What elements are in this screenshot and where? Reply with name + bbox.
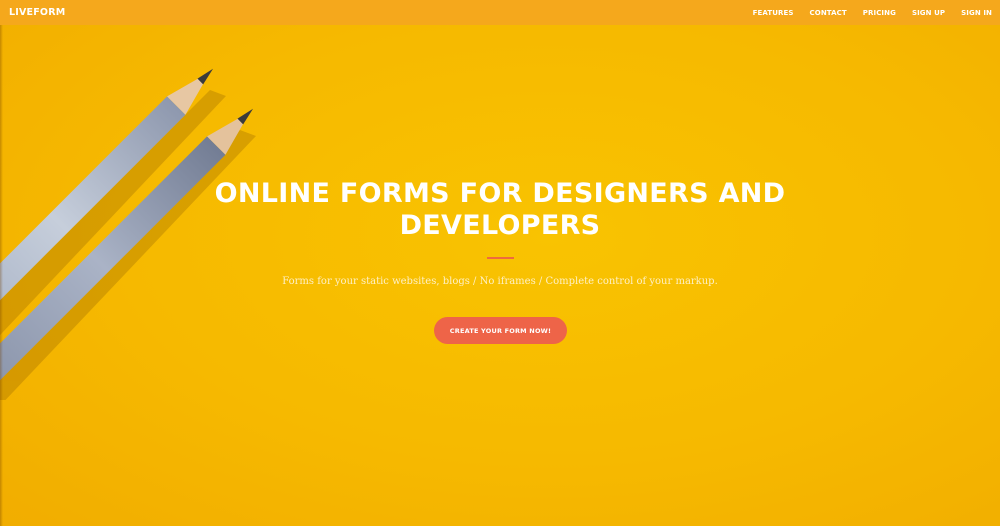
- nav-link-sign-up[interactable]: SIGN UP: [912, 9, 945, 17]
- hero-subtitle: Forms for your static websites, blogs / …: [282, 276, 718, 287]
- nav-link-contact[interactable]: CONTACT: [810, 9, 847, 17]
- nav-links: FEATURES CONTACT PRICING SIGN UP SIGN IN: [737, 9, 992, 17]
- nav-link-pricing[interactable]: PRICING: [863, 9, 896, 17]
- hero-title: ONLINE FORMS FOR DESIGNERS AND DEVELOPER…: [214, 178, 786, 241]
- create-form-button[interactable]: CREATE YOUR FORM NOW!: [434, 317, 567, 344]
- nav-link-sign-in[interactable]: SIGN IN: [961, 9, 992, 17]
- top-navbar: LIVEFORM FEATURES CONTACT PRICING SIGN U…: [0, 0, 1000, 25]
- nav-link-features[interactable]: FEATURES: [753, 9, 794, 17]
- hero-divider: [487, 257, 514, 259]
- landing-page: LIVEFORM FEATURES CONTACT PRICING SIGN U…: [0, 0, 1000, 526]
- brand-logo[interactable]: LIVEFORM: [9, 7, 65, 18]
- hero-section: ONLINE FORMS FOR DESIGNERS AND DEVELOPER…: [0, 0, 1000, 526]
